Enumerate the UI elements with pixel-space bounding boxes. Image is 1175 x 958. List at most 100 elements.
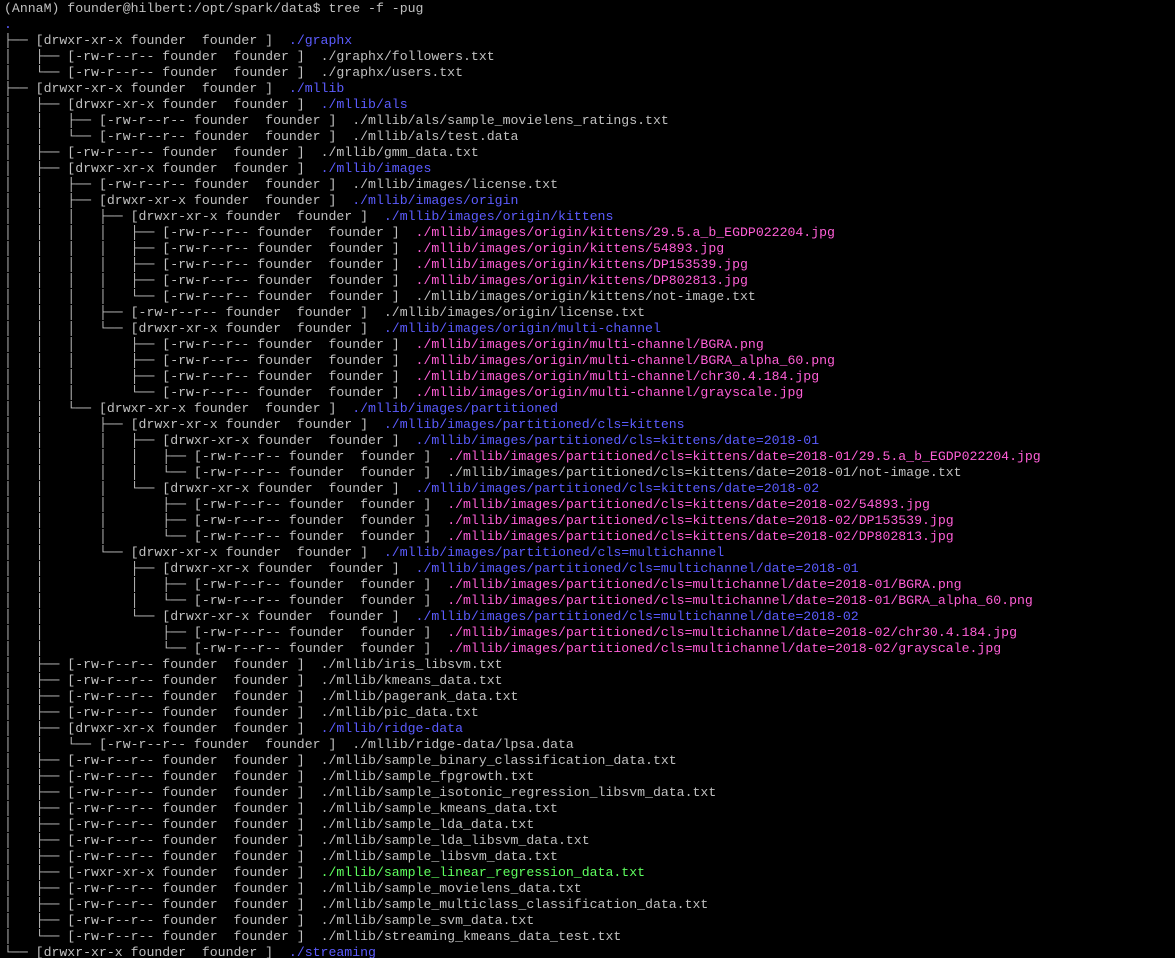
- tree-line: │ │ │ ├── [-rw-r--r-- founder founder ] …: [4, 513, 1175, 529]
- command-prompt: (AnnaM) founder@hilbert:/opt/spark/data$…: [4, 1, 424, 16]
- tree-entry-path: ./mllib/images/origin/multi-channel/chr3…: [415, 369, 820, 384]
- tree-entry-prefix: │ │ └── [-rw-r--r-- founder founder ]: [4, 129, 353, 144]
- tree-entry-prefix: │ │ │ ├── [drwxr-xr-x founder founder ]: [4, 209, 384, 224]
- tree-entry-path: ./mllib/images/origin/kittens: [383, 209, 614, 224]
- tree-line: │ │ │ ├── [drwxr-xr-x founder founder ] …: [4, 209, 1175, 225]
- tree-entry-prefix: │ ├── [drwxr-xr-x founder founder ]: [4, 721, 321, 736]
- tree-entry-prefix: │ │ │ ├── [-rw-r--r-- founder founder ]: [4, 337, 416, 352]
- tree-line: │ ├── [-rw-r--r-- founder founder ] ./ml…: [4, 657, 1175, 673]
- tree-line: │ │ │ ├── [-rw-r--r-- founder founder ] …: [4, 369, 1175, 385]
- tree-entry-path: ./mllib/images/partitioned/cls=multichan…: [447, 593, 1033, 608]
- tree-entry-path: ./mllib/images/partitioned/cls=kittens/d…: [447, 513, 954, 528]
- tree-entry-prefix: │ │ ├── [drwxr-xr-x founder founder ]: [4, 417, 384, 432]
- tree-entry-path: ./mllib: [288, 81, 345, 96]
- tree-entry-prefix: │ │ │ ├── [-rw-r--r-- founder founder ]: [4, 305, 384, 320]
- tree-entry-prefix: │ │ │ └── [drwxr-xr-x founder founder ]: [4, 481, 416, 496]
- tree-entry-prefix: │ │ │ └── [-rw-r--r-- founder founder ]: [4, 593, 448, 608]
- tree-line: │ ├── [-rw-r--r-- founder founder ] ./ml…: [4, 881, 1175, 897]
- tree-entry-path: ./mllib/images/license.txt: [352, 177, 558, 192]
- tree-entry-path: ./mllib/images/origin/kittens/not-image.…: [415, 289, 756, 304]
- tree-entry-prefix: │ ├── [-rw-r--r-- founder founder ]: [4, 785, 321, 800]
- tree-line: │ ├── [-rw-r--r-- founder founder ] ./ml…: [4, 753, 1175, 769]
- tree-line: ├── [drwxr-xr-x founder founder ] ./grap…: [4, 33, 1175, 49]
- tree-entry-prefix: │ └── [-rw-r--r-- founder founder ]: [4, 65, 321, 80]
- tree-line: │ │ ├── [drwxr-xr-x founder founder ] ./…: [4, 561, 1175, 577]
- tree-entry-path: ./mllib/sample_fpgrowth.txt: [320, 769, 535, 784]
- tree-line: │ ├── [drwxr-xr-x founder founder ] ./ml…: [4, 721, 1175, 737]
- tree-entry-path: ./mllib/images/origin/multi-channel/BGRA…: [415, 337, 764, 352]
- tree-entry-prefix: │ ├── [-rw-r--r-- founder founder ]: [4, 833, 321, 848]
- tree-entry-path: ./mllib/images/origin/multi-channel/BGRA…: [415, 353, 835, 368]
- tree-entry-path: ./graphx/users.txt: [320, 65, 464, 80]
- tree-line: │ │ ├── [-rw-r--r-- founder founder ] ./…: [4, 625, 1175, 641]
- tree-line: └── [drwxr-xr-x founder founder ] ./stre…: [4, 945, 1175, 958]
- tree-entry-prefix: │ └── [-rw-r--r-- founder founder ]: [4, 929, 321, 944]
- terminal-window[interactable]: (AnnaM) founder@hilbert:/opt/spark/data$…: [0, 0, 1175, 958]
- tree-entry-prefix: ├── [drwxr-xr-x founder founder ]: [4, 81, 289, 96]
- tree-entry-prefix: │ │ └── [drwxr-xr-x founder founder ]: [4, 609, 416, 624]
- tree-entry-prefix: │ │ ├── [drwxr-xr-x founder founder ]: [4, 193, 353, 208]
- tree-line: │ ├── [-rw-r--r-- founder founder ] ./ml…: [4, 689, 1175, 705]
- tree-entry-path: ./mllib/images/origin/multi-channel: [383, 321, 661, 336]
- tree-line: │ │ └── [-rw-r--r-- founder founder ] ./…: [4, 737, 1175, 753]
- tree-line: │ │ └── [-rw-r--r-- founder founder ] ./…: [4, 641, 1175, 657]
- tree-entry-prefix: │ │ └── [-rw-r--r-- founder founder ]: [4, 737, 353, 752]
- tree-entry-path: ./mllib/images/origin/kittens/DP802813.j…: [415, 273, 748, 288]
- tree-line: │ ├── [-rw-r--r-- founder founder ] ./gr…: [4, 49, 1175, 65]
- tree-line: │ │ │ └── [-rw-r--r-- founder founder ] …: [4, 385, 1175, 401]
- tree-entry-prefix: │ │ │ │ ├── [-rw-r--r-- founder founder …: [4, 257, 416, 272]
- tree-entry-path: ./mllib/ridge-data: [320, 721, 464, 736]
- tree-line: .: [4, 17, 1175, 33]
- tree-line: │ │ ├── [-rw-r--r-- founder founder ] ./…: [4, 113, 1175, 129]
- tree-entry-path: ./mllib/als/sample_movielens_ratings.txt: [352, 113, 669, 128]
- tree-entry-path: ./mllib/images/origin: [352, 193, 519, 208]
- tree-entry-prefix: │ │ │ └── [drwxr-xr-x founder founder ]: [4, 321, 384, 336]
- tree-entry-path: ./mllib/images/origin/multi-channel/gray…: [415, 385, 804, 400]
- tree-line: │ │ │ ├── [drwxr-xr-x founder founder ] …: [4, 433, 1175, 449]
- tree-entry-path: ./mllib/images/origin/kittens/29.5.a_b_E…: [415, 225, 835, 240]
- tree-entry-path: ./mllib/images/origin/kittens/54893.jpg: [415, 241, 725, 256]
- tree-entry-path: ./mllib/images: [320, 161, 432, 176]
- tree-entry-prefix: │ │ │ ├── [drwxr-xr-x founder founder ]: [4, 433, 416, 448]
- tree-entry-path: ./mllib/images/partitioned/cls=kittens/d…: [447, 465, 962, 480]
- tree-entry-prefix: │ ├── [-rw-r--r-- founder founder ]: [4, 689, 321, 704]
- tree-entry-prefix: │ │ │ ├── [-rw-r--r-- founder founder ]: [4, 513, 448, 528]
- tree-entry-prefix: │ │ ├── [-rw-r--r-- founder founder ]: [4, 177, 353, 192]
- tree-line: │ │ │ ├── [-rw-r--r-- founder founder ] …: [4, 337, 1175, 353]
- tree-entry-path: ./streaming: [288, 945, 376, 958]
- tree-entry-path: ./mllib/als/test.data: [352, 129, 519, 144]
- tree-entry-prefix: │ │ ├── [-rw-r--r-- founder founder ]: [4, 113, 353, 128]
- tree-entry-path: ./mllib/sample_movielens_data.txt: [320, 881, 582, 896]
- tree-line: │ ├── [-rw-r--r-- founder founder ] ./ml…: [4, 785, 1175, 801]
- tree-entry-path: ./mllib/sample_multiclass_classification…: [320, 897, 709, 912]
- tree-line: │ ├── [-rw-r--r-- founder founder ] ./ml…: [4, 833, 1175, 849]
- tree-entry-prefix: │ ├── [-rw-r--r-- founder founder ]: [4, 753, 321, 768]
- tree-entry-path: ./mllib/sample_isotonic_regression_libsv…: [320, 785, 717, 800]
- tree-line: │ │ │ └── [-rw-r--r-- founder founder ] …: [4, 593, 1175, 609]
- tree-entry-prefix: ├── [drwxr-xr-x founder founder ]: [4, 33, 289, 48]
- tree-entry-prefix: │ ├── [drwxr-xr-x founder founder ]: [4, 161, 321, 176]
- tree-line: │ │ └── [drwxr-xr-x founder founder ] ./…: [4, 609, 1175, 625]
- tree-entry-prefix: │ │ └── [drwxr-xr-x founder founder ]: [4, 401, 353, 416]
- tree-line: │ ├── [-rw-r--r-- founder founder ] ./ml…: [4, 849, 1175, 865]
- tree-line: ├── [drwxr-xr-x founder founder ] ./mlli…: [4, 81, 1175, 97]
- tree-entry-prefix: │ ├── [-rw-r--r-- founder founder ]: [4, 145, 321, 160]
- tree-entry-path: ./mllib/images/partitioned/cls=kittens/d…: [447, 449, 1041, 464]
- tree-line: │ ├── [-rw-r--r-- founder founder ] ./ml…: [4, 145, 1175, 161]
- tree-entry-path: ./mllib/images/partitioned: [352, 401, 558, 416]
- tree-line: │ ├── [-rw-r--r-- founder founder ] ./ml…: [4, 913, 1175, 929]
- tree-entry-prefix: │ ├── [-rw-r--r-- founder founder ]: [4, 657, 321, 672]
- tree-entry-path: ./mllib/kmeans_data.txt: [320, 673, 503, 688]
- tree-entry-path: ./mllib/ridge-data/lpsa.data: [352, 737, 574, 752]
- tree-entry-prefix: │ ├── [-rw-r--r-- founder founder ]: [4, 769, 321, 784]
- tree-entry-path: ./mllib/sample_lda_libsvm_data.txt: [320, 833, 590, 848]
- tree-line: │ │ │ │ └── [-rw-r--r-- founder founder …: [4, 289, 1175, 305]
- tree-entry-prefix: │ ├── [-rw-r--r-- founder founder ]: [4, 801, 321, 816]
- tree-entry-path: ./mllib/images/partitioned/cls=kittens: [383, 417, 685, 432]
- tree-line: │ │ │ └── [drwxr-xr-x founder founder ] …: [4, 321, 1175, 337]
- tree-entry-path: ./mllib/pic_data.txt: [320, 705, 479, 720]
- tree-entry-prefix: └── [drwxr-xr-x founder founder ]: [4, 945, 289, 958]
- tree-entry-path: ./mllib/images/partitioned/cls=kittens/d…: [447, 497, 930, 512]
- tree-entry-path: ./mllib/sample_lda_data.txt: [320, 817, 535, 832]
- tree-entry-path: ./mllib/images/partitioned/cls=kittens/d…: [447, 529, 954, 544]
